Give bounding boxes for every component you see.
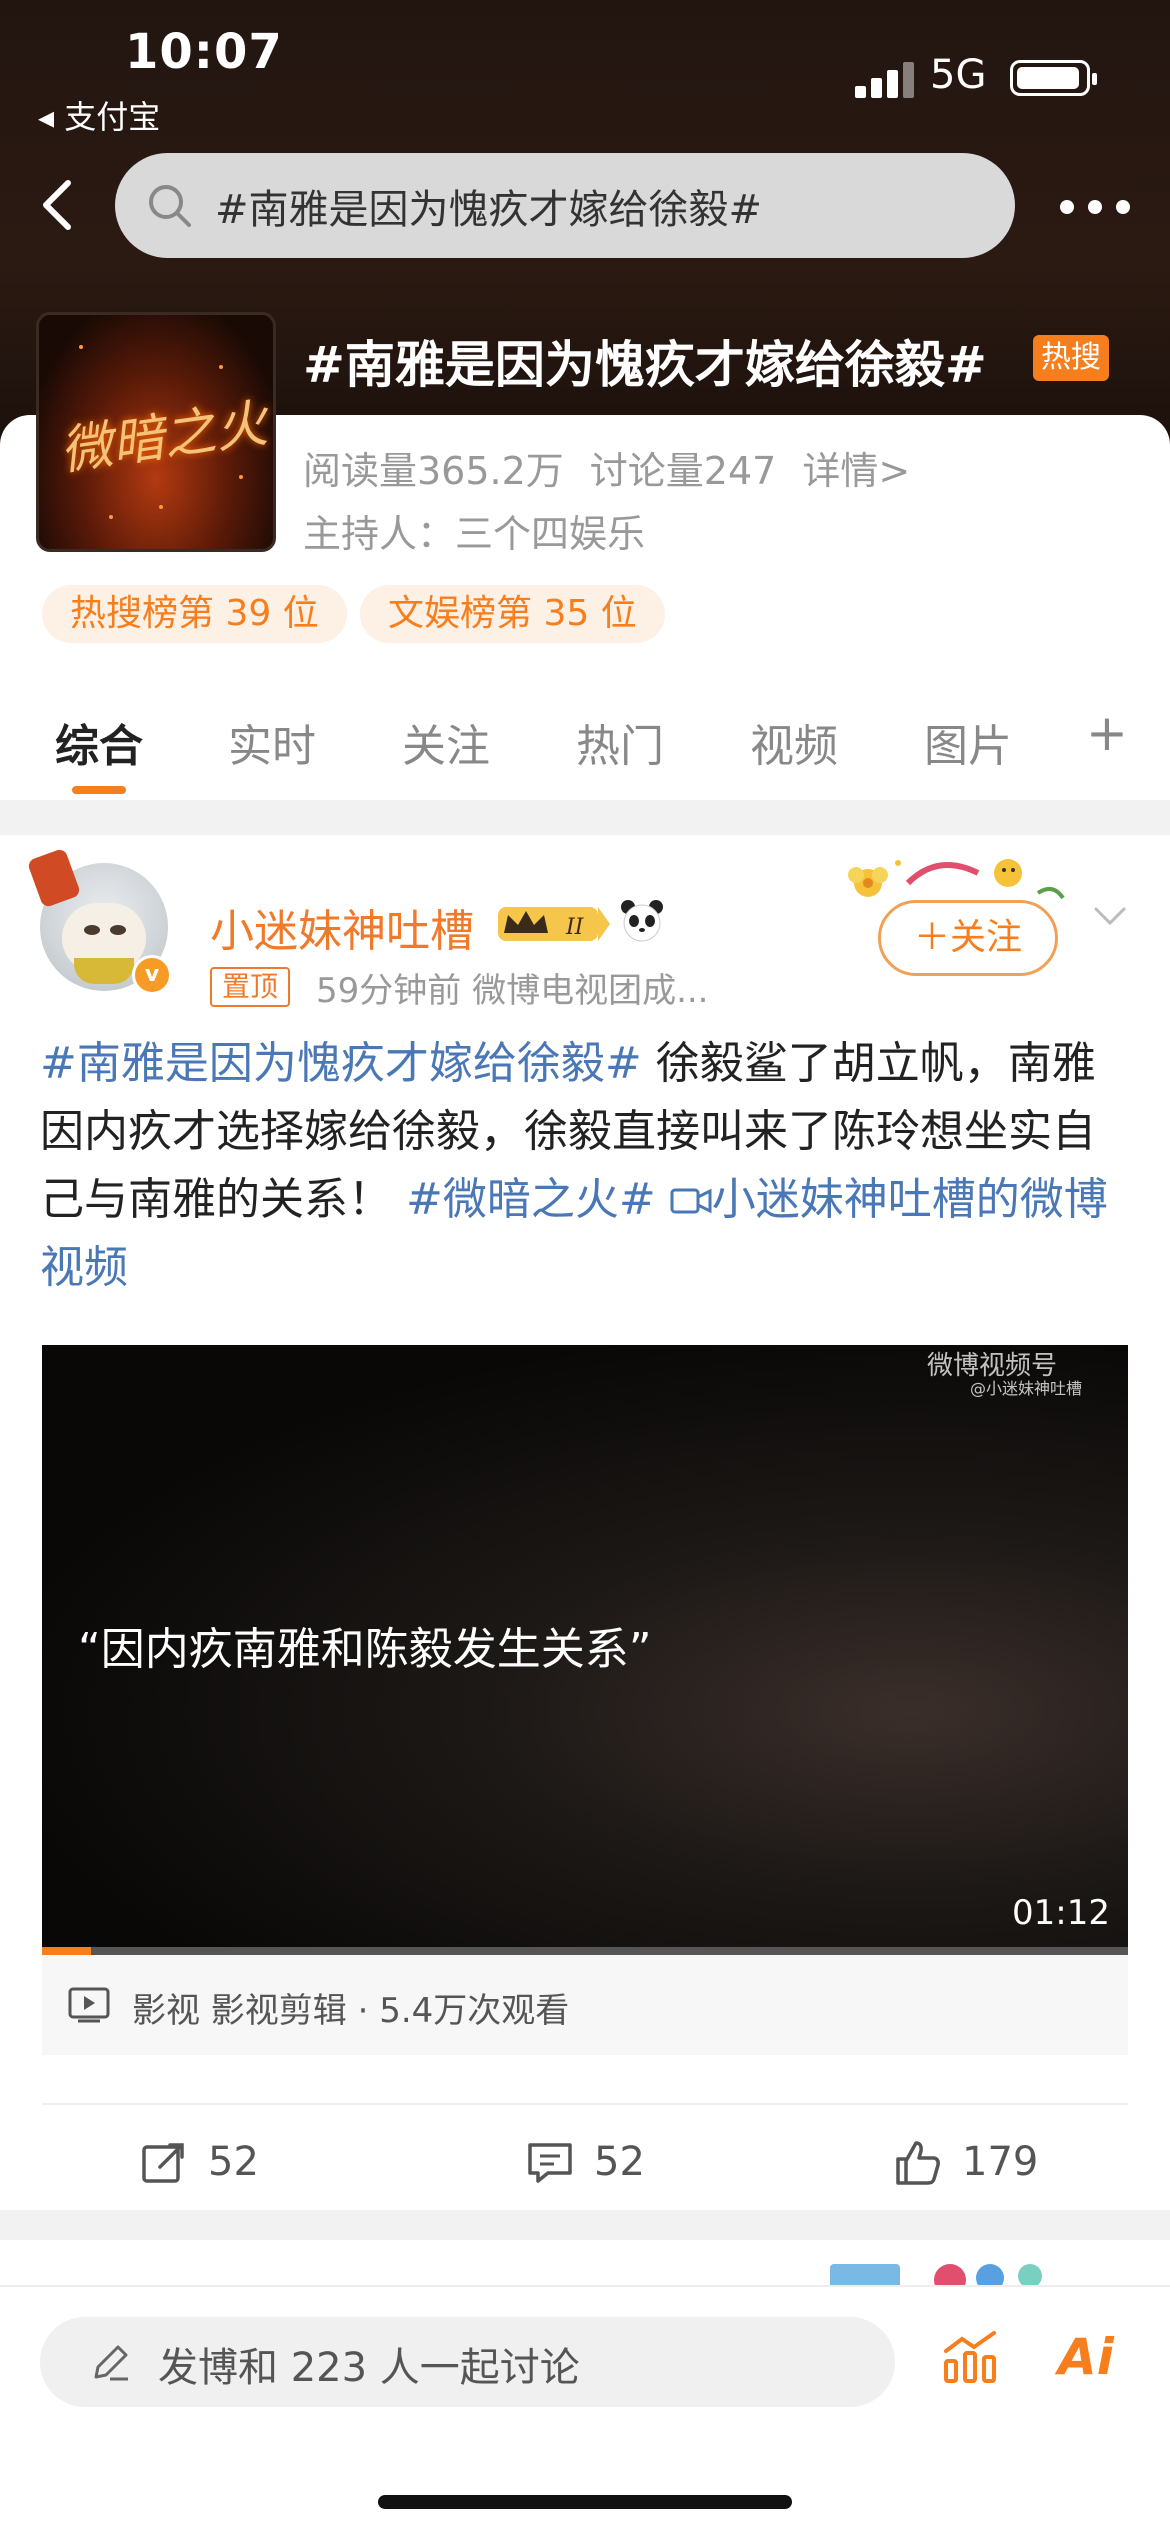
compose-placeholder: 发博和 223 人一起讨论 <box>158 2345 580 2391</box>
sticker-decoration-icon <box>830 2264 1042 2290</box>
member-crown-icon: II <box>498 907 610 941</box>
video-info-text: 影视 影视剪辑 · 5.4万次观看 <box>132 1991 570 2031</box>
battery-icon <box>1010 60 1097 96</box>
post-card: v 小迷妹神吐槽 II 置顶 59分钟前 微博电视团成... ＋关注 #南雅是因… <box>0 835 1170 2210</box>
read-count: 阅读量365.2万 <box>303 449 564 493</box>
video-info-bar[interactable]: 影视 影视剪辑 · 5.4万次观看 <box>42 1955 1128 2055</box>
tab-video[interactable]: 视频 <box>750 710 838 774</box>
topic-title: #南雅是因为愧疚才嫁给徐毅# <box>303 336 987 394</box>
tab-popular[interactable]: 热门 <box>576 710 664 774</box>
panda-icon <box>621 900 663 942</box>
post-username[interactable]: 小迷妹神吐槽 <box>210 895 474 959</box>
video-progress-fill <box>42 1947 91 1955</box>
search-input[interactable]: #南雅是因为愧疚才嫁给徐毅# <box>115 153 1015 258</box>
video-player[interactable]: 微博视频号 @小迷妹神吐槽 “因内疚南雅和陈毅发生关系” 01:12 <box>42 1345 1128 1955</box>
search-icon <box>149 185 191 227</box>
video-watermark-handle: @小迷妹神吐槽 <box>970 1379 1083 1398</box>
details-link[interactable]: 详情> <box>802 449 910 493</box>
avatar[interactable]: v <box>26 847 172 995</box>
ai-assistant-button[interactable]: Ai <box>1058 2327 1118 2387</box>
screen: 10:07 ◂ 支付宝 5G #南雅是因为愧疚才嫁给徐毅# 微暗之火 #南雅是因… <box>0 0 1170 2532</box>
home-indicator <box>378 2495 792 2509</box>
pencil-icon <box>94 2345 128 2381</box>
video-play-icon <box>68 1987 110 2023</box>
topic-cover-logo: 微暗之火 <box>56 393 271 483</box>
video-subtitle: “因内疚南雅和陈毅发生关系” <box>78 1624 652 1675</box>
tab-comprehensive[interactable]: 综合 <box>55 710 143 774</box>
thumbs-up-icon <box>896 2141 940 2185</box>
tab-add[interactable]: + <box>1086 704 1128 762</box>
status-bar: 10:07 ◂ 支付宝 5G <box>0 0 1170 140</box>
repost-count: 52 <box>208 2139 259 2185</box>
tab-bar: 综合 实时 关注 热门 视频 图片 + <box>0 680 1170 800</box>
comment-count: 52 <box>594 2139 645 2185</box>
compose-input[interactable]: 发博和 223 人一起讨论 <box>40 2317 895 2407</box>
bottom-bar: 发博和 223 人一起讨论 Ai <box>0 2285 1170 2532</box>
topic-host[interactable]: 主持人：三个四娱乐 <box>303 503 645 558</box>
verified-icon: v <box>132 955 172 995</box>
pinned-badge: 置顶 <box>210 967 291 1007</box>
divider <box>42 2103 1128 2105</box>
active-tab-indicator <box>72 786 126 794</box>
video-progress-bar[interactable] <box>42 1947 1128 1955</box>
member-level-text: II <box>565 915 585 940</box>
hot-search-badge: 热搜 <box>1033 335 1109 381</box>
comment-icon <box>528 2143 572 2183</box>
hot-search-rank-badge[interactable]: 热搜榜第 39 位 <box>42 585 347 643</box>
trend-chart-icon[interactable] <box>940 2327 1000 2387</box>
tab-following[interactable]: 关注 <box>402 710 490 774</box>
status-time: 10:07 <box>125 24 283 80</box>
entertainment-rank-badge[interactable]: 文娱榜第 35 位 <box>360 585 665 643</box>
topic-stats: 阅读量365.2万 讨论量247 详情> <box>303 440 936 495</box>
post-text: #南雅是因为愧疚才嫁给徐毅# 徐毅鲨了胡立帆，南雅因内疚才选择嫁给徐毅，徐毅直接… <box>40 1030 1130 1302</box>
repost-icon <box>142 2143 184 2183</box>
back-to-app-link[interactable]: ◂ 支付宝 <box>38 92 160 138</box>
more-options-icon[interactable] <box>1060 200 1130 216</box>
post-hashtag[interactable]: #南雅是因为愧疚才嫁给徐毅# <box>40 1038 642 1089</box>
post-hashtag-2[interactable]: #微暗之火# <box>406 1174 656 1225</box>
topic-cover-image: 微暗之火 <box>36 312 276 552</box>
cellular-signal-icon <box>855 62 915 98</box>
tab-images[interactable]: 图片 <box>924 710 1012 774</box>
back-arrow-icon[interactable] <box>30 175 90 235</box>
post-meta: 59分钟前 微博电视团成... <box>316 971 709 1011</box>
tab-realtime[interactable]: 实时 <box>228 710 316 774</box>
like-count: 179 <box>962 2139 1039 2185</box>
network-type: 5G <box>930 52 987 98</box>
video-camera-icon <box>670 1188 712 1214</box>
chevron-down-icon[interactable] <box>1090 901 1130 931</box>
search-query: #南雅是因为愧疚才嫁给徐毅# <box>215 187 763 233</box>
follow-button[interactable]: ＋关注 <box>878 900 1058 976</box>
video-duration: 01:12 <box>1012 1893 1110 1933</box>
discuss-count: 讨论量247 <box>589 449 777 493</box>
